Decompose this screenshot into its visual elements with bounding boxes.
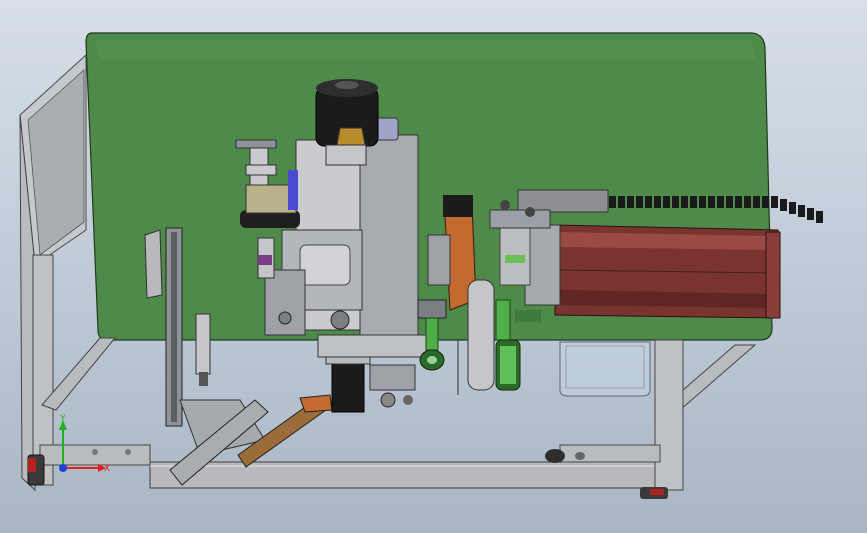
y-axis-label: Y xyxy=(59,414,66,424)
chain-link xyxy=(690,196,697,208)
chain-link xyxy=(663,196,670,208)
chain-link xyxy=(753,196,760,208)
chain-link xyxy=(672,196,679,208)
chain-link xyxy=(744,196,751,208)
chain-link xyxy=(708,196,715,208)
z-axis-dot xyxy=(59,464,67,472)
chain-link xyxy=(627,196,634,208)
chain-link xyxy=(726,196,733,208)
x-axis-label: X xyxy=(104,464,110,474)
chain-link xyxy=(717,196,724,208)
chain-link xyxy=(798,205,805,217)
model-canvas[interactable]: Y X xyxy=(0,0,867,533)
chain-link xyxy=(735,196,742,208)
chain-link xyxy=(609,196,616,208)
chain-link xyxy=(771,196,778,208)
chain-link xyxy=(699,196,706,208)
chain-link xyxy=(654,196,661,208)
chain-link xyxy=(618,196,625,208)
linear-rail-module xyxy=(554,224,781,319)
cad-viewport[interactable]: Y X xyxy=(0,0,867,533)
chain-link xyxy=(681,196,688,208)
left-end-frame xyxy=(19,53,87,492)
chain-link xyxy=(789,202,796,214)
chain-link xyxy=(645,196,652,208)
chain-link xyxy=(780,199,787,211)
chain-link xyxy=(816,211,823,223)
chain-link xyxy=(807,208,814,220)
chain-link xyxy=(762,196,769,208)
lower-stepper-motor xyxy=(317,334,429,413)
chain-link xyxy=(636,196,643,208)
collection-bin xyxy=(559,341,651,397)
